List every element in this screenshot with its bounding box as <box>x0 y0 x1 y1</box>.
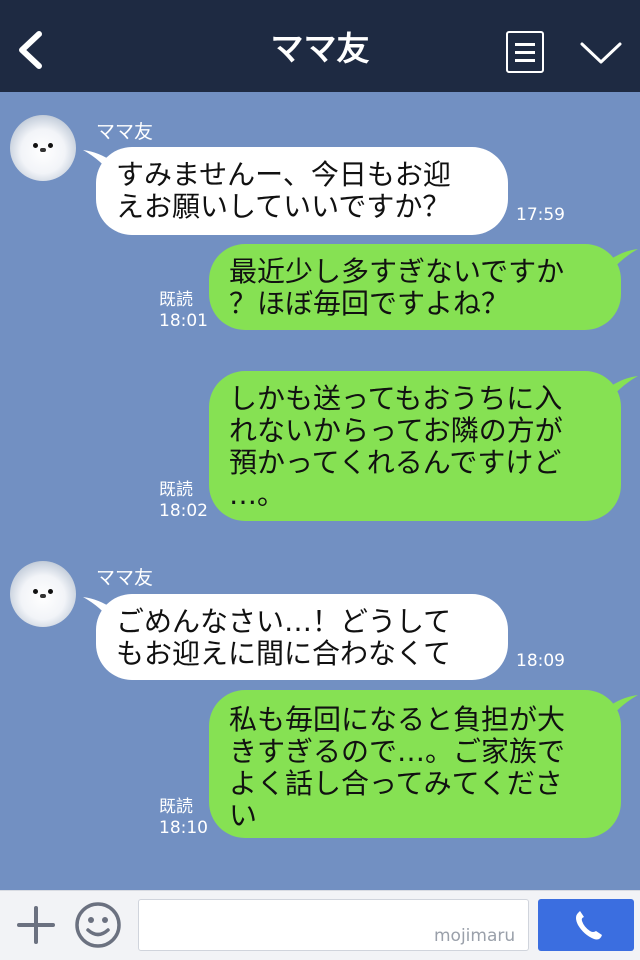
sender-avatar[interactable] <box>10 561 76 627</box>
message-time: 17:59 <box>516 205 565 225</box>
bubble-tail <box>608 249 638 275</box>
read-receipt: 既読 <box>159 290 193 310</box>
sender-avatar[interactable] <box>10 115 76 181</box>
chevron-down-icon[interactable] <box>578 32 624 72</box>
phone-icon <box>576 911 602 940</box>
read-receipt: 既読 <box>159 797 193 817</box>
message-input-bar: mojimaru <box>0 890 640 960</box>
message-time: 18:09 <box>516 651 565 671</box>
message-bubble-incoming[interactable]: すみませんー、今日もお迎 えお願いしていいですか？ <box>96 147 508 235</box>
sender-name: ママ友 <box>96 121 154 143</box>
message-bubble-outgoing[interactable]: 私も毎回になると負担が大 きすぎるので…。ご家族で よく話し合ってみてくださ い <box>209 690 621 838</box>
menu-document-icon[interactable] <box>506 31 544 73</box>
emoji-smiley-icon[interactable] <box>74 901 122 949</box>
message-bubble-incoming[interactable]: ごめんなさい…！どうして もお迎えに間に合わなくて <box>96 594 508 680</box>
back-chevron-icon[interactable] <box>12 24 52 76</box>
call-button[interactable] <box>538 899 634 951</box>
message-time: 18:01 <box>159 311 208 331</box>
message-input[interactable] <box>138 899 529 951</box>
bubble-tail <box>608 695 638 721</box>
message-bubble-outgoing[interactable]: しかも送ってもおうちに入 れないからってお隣の方が 預かってくれるんですけど …… <box>209 371 621 521</box>
message-time: 18:10 <box>159 818 208 838</box>
chat-title: ママ友 <box>270 29 370 68</box>
message-time: 18:02 <box>159 501 208 521</box>
sender-name: ママ友 <box>96 567 154 589</box>
chat-header: ママ友 <box>0 0 640 92</box>
read-receipt: 既読 <box>159 480 193 500</box>
bubble-tail <box>608 376 638 402</box>
plus-icon[interactable] <box>16 905 56 945</box>
message-bubble-outgoing[interactable]: 最近少し多すぎないですか ？ほぼ毎回ですよね？ <box>209 244 621 330</box>
